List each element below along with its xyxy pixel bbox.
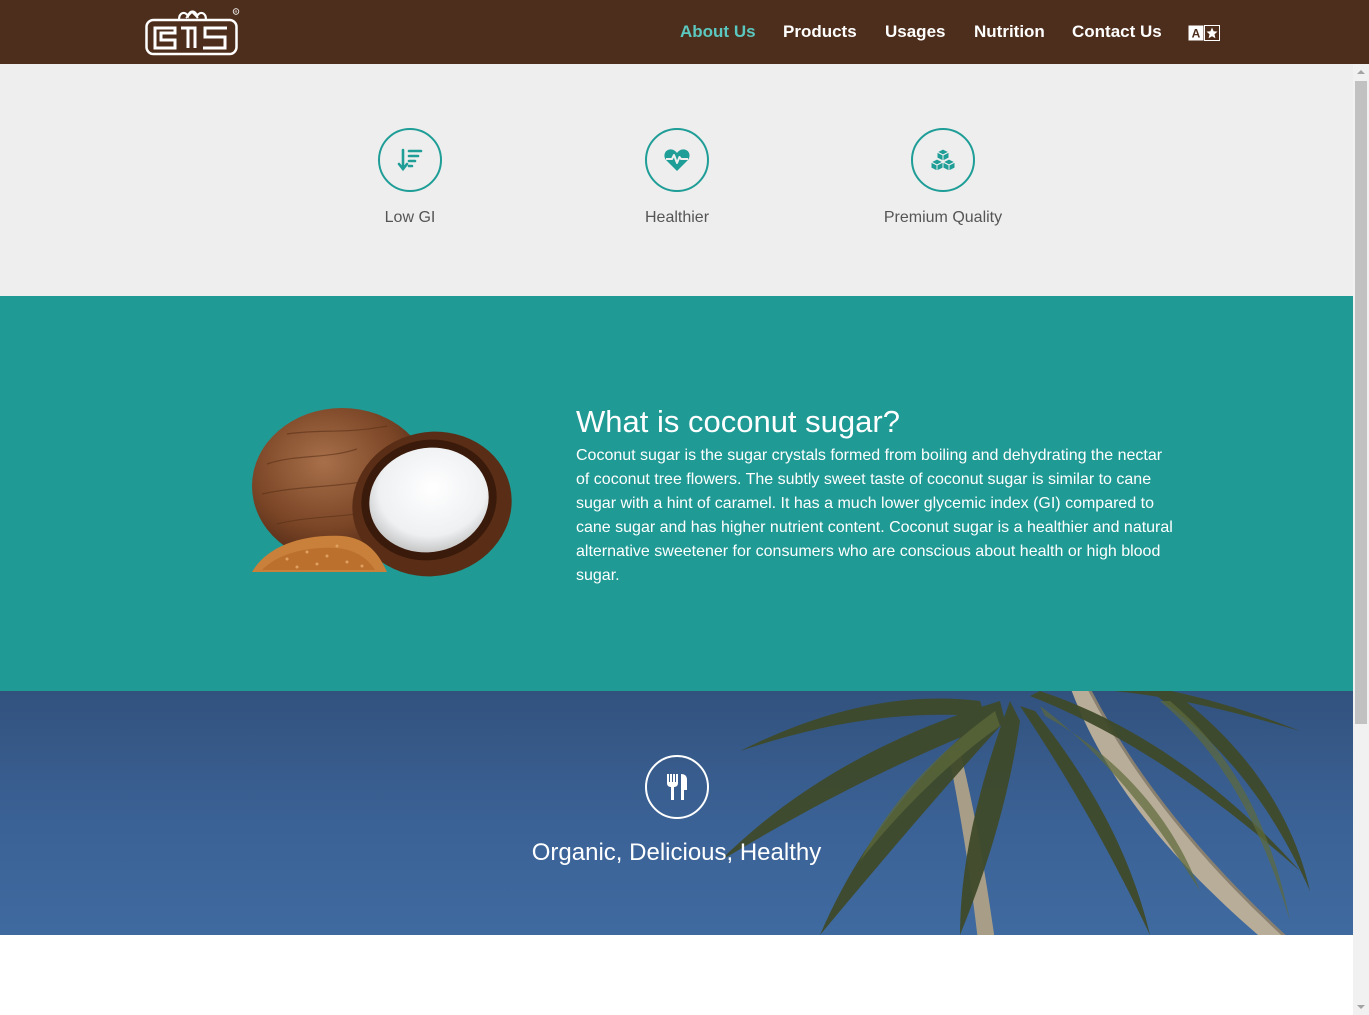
nav-nutrition[interactable]: Nutrition: [974, 22, 1045, 42]
feature-low-gi: Low GI: [300, 128, 520, 227]
utensils-icon: [667, 774, 687, 800]
about-title: What is coconut sugar?: [576, 404, 900, 439]
scroll-up-arrow-icon[interactable]: [1353, 64, 1369, 80]
nav-products[interactable]: Products: [783, 22, 857, 42]
svg-text:A: A: [1192, 27, 1201, 41]
coconut-image: [252, 408, 512, 577]
translate-icon[interactable]: A: [1188, 25, 1220, 41]
page-scrollbar[interactable]: [1353, 64, 1369, 1015]
nav-contact-us[interactable]: Contact Us: [1072, 22, 1162, 42]
features-section: Low GI Healthier Premium Quality: [0, 64, 1353, 296]
banner-tagline: Organic, Delicious, Healthy: [531, 839, 822, 866]
heartbeat-icon: [664, 149, 690, 171]
feature-label: Healthier: [644, 209, 710, 226]
next-section: [0, 935, 1353, 1015]
scroll-down-arrow-icon[interactable]: [1353, 999, 1369, 1015]
nav-about-us[interactable]: About Us: [680, 22, 756, 42]
about-section: What is coconut sugar? Coconut sugar is …: [0, 296, 1353, 691]
feature-ring: [645, 128, 709, 192]
feature-label: Low GI: [384, 209, 436, 226]
scrollbar-thumb[interactable]: [1355, 81, 1367, 724]
feature-ring: [378, 128, 442, 192]
feature-ring: [911, 128, 975, 192]
sort-descending-icon: [397, 148, 423, 172]
banner-section: Organic, Delicious, Healthy: [0, 691, 1353, 935]
feature-label: Premium Quality: [883, 209, 1003, 226]
banner-icon-ring: [645, 755, 709, 819]
sugar-cubes-icon: [929, 148, 957, 172]
feature-premium-quality: Premium Quality: [833, 128, 1053, 227]
feature-healthier: Healthier: [567, 128, 787, 227]
brand-logo-icon[interactable]: R: [145, 8, 240, 56]
nav-usages[interactable]: Usages: [885, 22, 945, 42]
svg-text:R: R: [235, 9, 238, 14]
about-description: Coconut sugar is the sugar crystals form…: [576, 447, 1173, 584]
navbar: R About Us Products Usages Nutrition Con…: [0, 0, 1369, 64]
